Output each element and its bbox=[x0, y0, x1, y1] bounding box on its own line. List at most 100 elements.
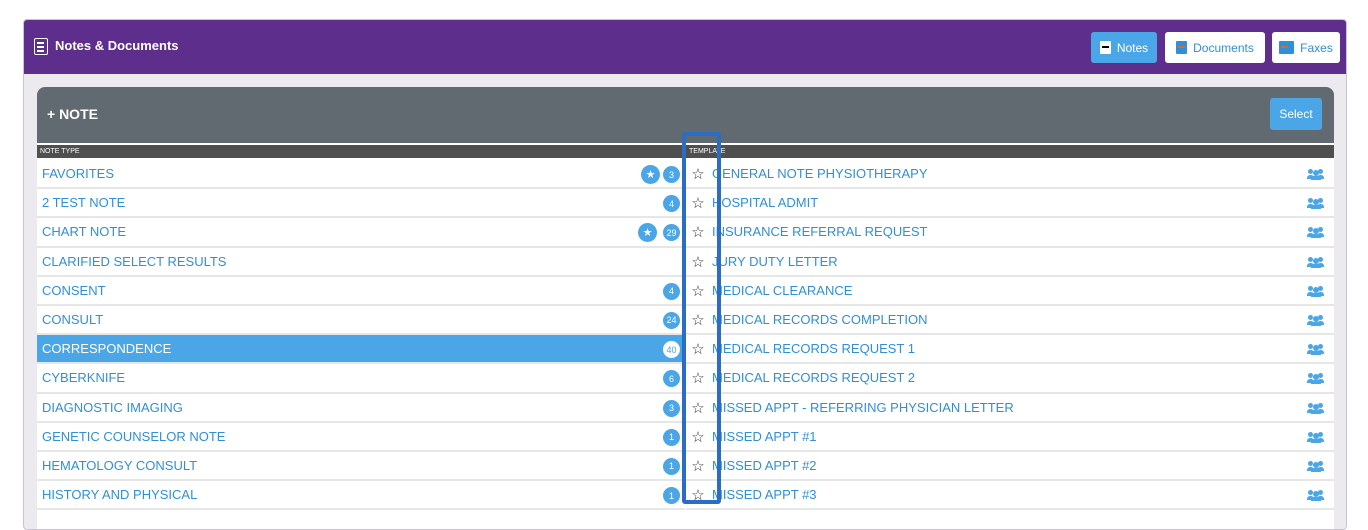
faxes-button-label: Faxes bbox=[1300, 40, 1333, 55]
star-outline-icon[interactable]: ☆ bbox=[689, 253, 707, 271]
group-icon bbox=[1307, 373, 1324, 385]
faxes-button[interactable]: Faxes bbox=[1272, 32, 1340, 63]
template-row[interactable]: ☆ MISSED APPT #1 bbox=[686, 423, 1334, 452]
template-label: MEDICAL RECORDS REQUEST 1 bbox=[712, 341, 915, 357]
note-type-row[interactable]: CONSENT 4 bbox=[37, 277, 685, 306]
note-type-label: CONSENT bbox=[42, 282, 106, 298]
count-badge: 40 bbox=[663, 341, 680, 359]
template-label: MEDICAL RECORDS REQUEST 2 bbox=[712, 370, 915, 386]
template-label: GENERAL NOTE PHYSIOTHERAPY bbox=[712, 166, 928, 182]
note-type-label: CYBERKNIFE bbox=[42, 370, 126, 386]
documents-button[interactable]: Documents bbox=[1165, 32, 1265, 63]
note-type-list: FAVORITES 3 ★ 2 TEST NOTE 4 CHART NOTE 29 ★ CLAR… bbox=[37, 160, 685, 511]
note-type-column-header: NOTE TYPE bbox=[37, 145, 685, 158]
template-label: MEDICAL CLEARANCE bbox=[712, 282, 853, 298]
star-outline-icon[interactable]: ☆ bbox=[689, 311, 707, 329]
note-type-row[interactable]: GENETIC COUNSELOR NOTE 1 bbox=[37, 423, 685, 452]
documents-button-label: Documents bbox=[1193, 40, 1254, 55]
count-badge: 24 bbox=[663, 311, 680, 329]
note-type-row[interactable]: CONSULT 24 bbox=[37, 306, 685, 336]
template-label: JURY DUTY LETTER bbox=[712, 253, 838, 269]
star-outline-icon[interactable]: ☆ bbox=[689, 369, 707, 387]
note-type-label: HEMATOLOGY CONSULT bbox=[42, 457, 198, 473]
template-row[interactable]: ☆ MISSED APPT #2 bbox=[686, 452, 1334, 482]
star-outline-icon[interactable]: ☆ bbox=[689, 340, 707, 358]
note-icon bbox=[1099, 41, 1111, 54]
group-icon bbox=[1307, 344, 1324, 356]
note-type-label: HISTORY AND PHYSICAL bbox=[42, 487, 198, 503]
count-badge: 29 bbox=[663, 224, 680, 242]
count-badge: 4 bbox=[663, 282, 680, 300]
template-row[interactable]: ☆ INSURANCE REFERRAL REQUEST bbox=[686, 218, 1334, 248]
group-icon bbox=[1307, 227, 1324, 239]
count-badge: 1 bbox=[663, 457, 680, 475]
note-type-row[interactable]: HEMATOLOGY CONSULT 1 bbox=[37, 452, 685, 482]
note-type-row[interactable]: 2 TEST NOTE 4 bbox=[37, 189, 685, 219]
group-icon bbox=[1307, 431, 1324, 443]
star-outline-icon[interactable]: ☆ bbox=[689, 457, 707, 475]
note-type-row[interactable]: FAVORITES 3 ★ bbox=[37, 160, 685, 190]
notes-documents-panel: Notes & Documents Notes Documents Faxes … bbox=[23, 19, 1347, 530]
note-type-row[interactable]: CYBERKNIFE 6 bbox=[37, 364, 685, 394]
template-row[interactable]: ☆ HOSPITAL ADMIT bbox=[686, 189, 1334, 219]
count-badge: 1 bbox=[663, 487, 680, 505]
group-icon bbox=[1307, 314, 1324, 326]
note-type-row[interactable]: CLARIFIED SELECT RESULTS bbox=[37, 248, 685, 277]
note-type-row[interactable]: HISTORY AND PHYSICAL 1 bbox=[37, 481, 685, 511]
section-header: + NOTE Select bbox=[37, 87, 1334, 143]
notes-button-label: Notes bbox=[1116, 40, 1149, 55]
note-type-label: CHART NOTE bbox=[42, 224, 127, 240]
note-type-label: DIAGNOSTIC IMAGING bbox=[42, 399, 183, 415]
documents-icon bbox=[1176, 41, 1188, 54]
group-icon bbox=[1307, 402, 1324, 414]
count-badge: 3 bbox=[663, 399, 680, 417]
star-outline-icon[interactable]: ☆ bbox=[689, 486, 707, 504]
group-icon bbox=[1307, 285, 1324, 297]
template-row[interactable]: ☆ GENERAL NOTE PHYSIOTHERAPY bbox=[686, 160, 1334, 190]
count-badge: 6 bbox=[663, 370, 680, 388]
note-type-row[interactable]: CHART NOTE 29 ★ bbox=[37, 218, 685, 248]
star-outline-icon[interactable]: ☆ bbox=[689, 428, 707, 446]
template-label: MISSED APPT - REFERRING PHYSICIAN LETTER bbox=[712, 399, 1014, 415]
count-badge: 1 bbox=[663, 428, 680, 446]
note-type-label: 2 TEST NOTE bbox=[42, 195, 126, 211]
template-row[interactable]: ☆ MEDICAL RECORDS REQUEST 1 bbox=[686, 335, 1334, 365]
note-section: + NOTE Select NOTE TYPE TEMPLATE FAVORIT… bbox=[37, 87, 1334, 529]
template-row[interactable]: ☆ MISSED APPT - REFERRING PHYSICIAN LETTE… bbox=[686, 394, 1334, 423]
template-list: ☆ GENERAL NOTE PHYSIOTHERAPY ☆ HOSPITAL ADM… bbox=[686, 160, 1334, 511]
add-note-button[interactable]: + NOTE bbox=[47, 106, 98, 122]
template-label: INSURANCE REFERRAL REQUEST bbox=[712, 224, 928, 240]
group-icon bbox=[1307, 490, 1324, 502]
template-label: MEDICAL RECORDS COMPLETION bbox=[712, 312, 928, 328]
group-icon bbox=[1307, 256, 1324, 268]
star-outline-icon[interactable]: ☆ bbox=[689, 282, 707, 300]
star-outline-icon[interactable]: ☆ bbox=[689, 399, 707, 417]
star-outline-icon[interactable]: ☆ bbox=[689, 165, 707, 183]
count-badge: 3 bbox=[663, 166, 680, 183]
note-type-label: FAVORITES bbox=[42, 166, 114, 182]
note-type-label: CORRESPONDENCE bbox=[42, 341, 172, 357]
favorite-badge-icon: ★ bbox=[641, 165, 660, 184]
favorite-badge-icon: ★ bbox=[638, 223, 657, 243]
panel-header: Notes & Documents Notes Documents Faxes bbox=[24, 20, 1346, 74]
group-icon bbox=[1307, 460, 1324, 472]
note-type-label: CONSULT bbox=[42, 312, 104, 328]
template-row[interactable]: ☆ MEDICAL RECORDS COMPLETION bbox=[686, 306, 1334, 336]
select-button[interactable]: Select bbox=[1270, 98, 1322, 130]
count-badge: 4 bbox=[663, 195, 680, 213]
document-icon bbox=[34, 38, 48, 55]
star-outline-icon[interactable]: ☆ bbox=[689, 223, 707, 241]
group-icon bbox=[1307, 169, 1324, 180]
notes-button[interactable]: Notes bbox=[1091, 32, 1157, 63]
note-type-label: CLARIFIED SELECT RESULTS bbox=[42, 253, 227, 269]
template-row[interactable]: ☆ MEDICAL CLEARANCE bbox=[686, 277, 1334, 306]
star-outline-icon[interactable]: ☆ bbox=[689, 194, 707, 212]
template-row[interactable]: ☆ MEDICAL RECORDS REQUEST 2 bbox=[686, 364, 1334, 394]
note-type-row[interactable]: CORRESPONDENCE 40 bbox=[37, 335, 685, 365]
panel-title: Notes & Documents bbox=[55, 38, 179, 53]
template-column-header: TEMPLATE bbox=[686, 145, 1334, 158]
note-type-row[interactable]: DIAGNOSTIC IMAGING 3 bbox=[37, 394, 685, 423]
template-row[interactable]: ☆ MISSED APPT #3 bbox=[686, 481, 1334, 511]
group-icon bbox=[1307, 198, 1324, 210]
template-row[interactable]: ☆ JURY DUTY LETTER bbox=[686, 248, 1334, 277]
